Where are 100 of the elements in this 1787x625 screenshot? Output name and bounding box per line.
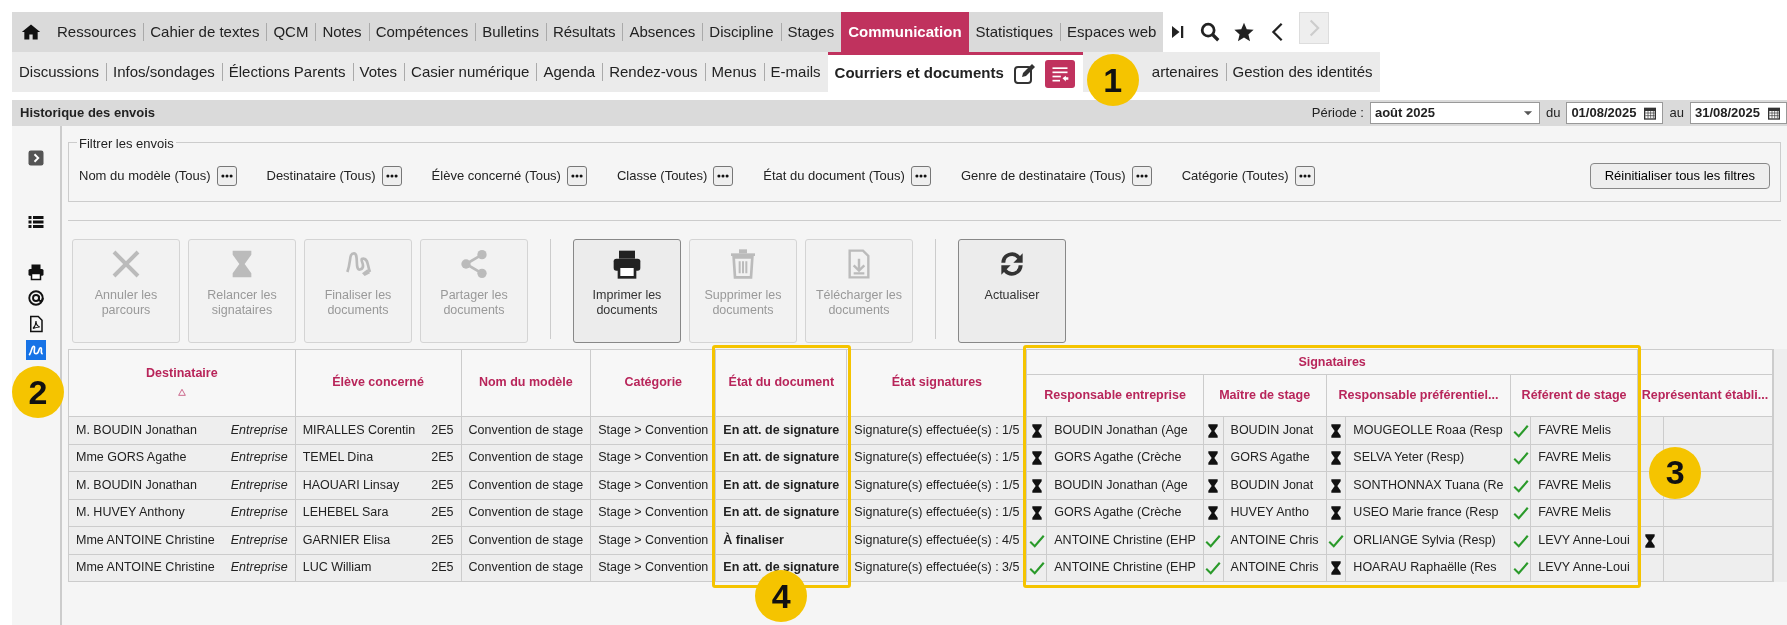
star-icon[interactable] (1233, 21, 1256, 43)
table-cell: En att. de signature (715, 416, 847, 444)
table-cell: Signature(s) effectuée(s) : 1/5 (846, 416, 1027, 444)
period-label: Période : (1311, 104, 1364, 123)
sidebar-button[interactable] (26, 262, 46, 282)
student-name: TEMEL Dina (302, 449, 374, 467)
sub-tab[interactable]: artenaires (1144, 52, 1226, 92)
student-name: LEHEBEL Sara (302, 504, 389, 522)
nav-tab[interactable]: Espaces web (1060, 12, 1164, 52)
student-name: LUC William (302, 559, 372, 577)
column-header[interactable]: Maître de stage (1203, 374, 1327, 417)
reset-filters-button[interactable]: Réinitialiser tous les filtres (1589, 163, 1770, 189)
column-header[interactable]: Élève concerné (295, 349, 461, 417)
nav-tab[interactable]: Statistiques (968, 12, 1061, 52)
table-cell: BOUDIN Jonathan (Age (1046, 471, 1204, 499)
table-cell: Convention de stage (461, 471, 591, 499)
sub-tab[interactable]: Infos/sondages (106, 52, 222, 92)
sub-tab[interactable]: Discussions (12, 52, 107, 92)
table-cell: BOUDIN Jonat (1223, 416, 1327, 444)
recipient-type: Entreprise (230, 449, 288, 467)
date-field[interactable]: 01/08/2025 (1566, 102, 1664, 124)
class-label: 2E5 (431, 531, 454, 549)
table-cell: Signature(s) effectuée(s) : 1/5 (846, 499, 1027, 527)
table-cell: LEVY Anne-Loui (1530, 554, 1638, 582)
nav-tab[interactable]: Communication (841, 12, 969, 52)
sub-tab[interactable]: Votes (352, 52, 405, 92)
filter-options-button[interactable] (713, 165, 734, 186)
column-header[interactable]: Catégorie (590, 349, 716, 417)
class-label: 2E5 (431, 449, 454, 467)
table-cell: À finaliser (715, 526, 847, 554)
column-header[interactable]: Responsable préférentiel... (1326, 374, 1511, 417)
period-select[interactable]: août 2025 (1369, 102, 1540, 124)
sub-tab[interactable]: Agenda (536, 52, 603, 92)
sub-tab[interactable]: Gestion des identités (1225, 52, 1380, 92)
table-cell: Signature(s) effectuée(s) : 1/5 (846, 471, 1027, 499)
recipient-type: Entreprise (230, 421, 288, 439)
filter-options-button[interactable] (216, 165, 237, 186)
class-label: 2E5 (431, 421, 454, 439)
filter-options-button[interactable] (1131, 165, 1152, 186)
column-header[interactable]: État signatures (846, 349, 1027, 417)
filter-options-button[interactable] (910, 165, 931, 186)
table-cell: FAVRE Melis (1530, 416, 1638, 444)
sub-tab[interactable]: Rendez-vous (602, 52, 705, 92)
table-cell: Stage > Convention (590, 416, 716, 444)
calendar-icon[interactable] (1766, 105, 1782, 121)
nav-tab[interactable]: Cahier de textes (143, 12, 267, 52)
nav-tab[interactable]: QCM (266, 12, 316, 52)
sub-tab[interactable]: Élections Parents (221, 52, 353, 92)
table-cell: FAVRE Melis (1530, 471, 1638, 499)
expand-button[interactable] (26, 148, 46, 168)
recipient-type: Entreprise (230, 504, 288, 522)
column-header[interactable]: Référent de stage (1510, 374, 1638, 417)
nav-tab[interactable]: Absences (622, 12, 703, 52)
filter-options-button[interactable] (381, 165, 402, 186)
student-name: HAOUARI Linsay (302, 476, 400, 494)
pdf-icon (27, 315, 45, 333)
filter-options-button[interactable] (566, 165, 587, 186)
column-header[interactable]: État du document (715, 349, 847, 417)
panel-title: Historique des envois (20, 104, 156, 123)
search-icon[interactable] (1199, 21, 1222, 43)
edit-icon[interactable] (1012, 61, 1037, 86)
calendar-icon[interactable] (1642, 105, 1659, 121)
filter-label: Genre de destinataire (Tous) (960, 167, 1126, 185)
recipient-type: Entreprise (230, 476, 288, 494)
column-header[interactable]: Nom du modèle (461, 349, 591, 417)
table-cell: Stage > Convention (590, 444, 716, 472)
list-icon (27, 213, 45, 231)
nav-tab[interactable]: Stages (780, 12, 842, 52)
toolbar-button[interactable]: Actualiser (958, 238, 1066, 343)
table-cell: Signature(s) effectuée(s) : 4/5 (846, 526, 1027, 554)
sub-tab[interactable]: Menus (704, 52, 764, 92)
sort-icon[interactable] (175, 388, 188, 397)
toolbar-button[interactable]: Imprimer les documents (573, 238, 681, 343)
table-cell: En att. de signature (715, 471, 847, 499)
nav-tab[interactable]: Résultats (545, 12, 623, 52)
column-header[interactable]: Responsable entreprise (1026, 374, 1204, 417)
scrollbar[interactable] (1773, 348, 1787, 582)
nav-tab[interactable]: Bulletins (475, 12, 546, 52)
column-header[interactable]: Destinataire (68, 349, 296, 417)
chevron-right-icon (27, 149, 45, 167)
nav-tab[interactable]: Discipline (702, 12, 781, 52)
nav-tab[interactable]: Notes (315, 12, 369, 52)
recipient-name: M. BOUDIN Jonathan (76, 421, 197, 439)
nav-tab[interactable]: Compétences (368, 12, 476, 52)
table-cell: ANTOINE Chris (1223, 554, 1327, 582)
nav-tab[interactable]: Ressources (50, 12, 144, 52)
table-cell: GORS Agathe (Crèche (1046, 499, 1204, 527)
filter-options-button[interactable] (1294, 165, 1315, 186)
sub-tab[interactable]: Courriers et documents (827, 52, 1011, 92)
table-cell: En att. de signature (715, 499, 847, 527)
sub-tab[interactable]: Casier numérique (404, 52, 537, 92)
recipient-name: Mme GORS Agathe (76, 449, 187, 467)
recipient-name: M. BOUDIN Jonathan (76, 476, 197, 494)
date-field[interactable]: 31/08/2025 (1689, 102, 1787, 124)
sidebar-button[interactable] (26, 288, 46, 308)
filter-label: Catégorie (Toutes) (1181, 167, 1289, 185)
table-cell: Convention de stage (461, 499, 591, 527)
sub-tab[interactable]: E-mails (763, 52, 828, 92)
list-view-button[interactable] (1044, 59, 1075, 88)
filter-label: Classe (Toutes) (616, 167, 708, 185)
